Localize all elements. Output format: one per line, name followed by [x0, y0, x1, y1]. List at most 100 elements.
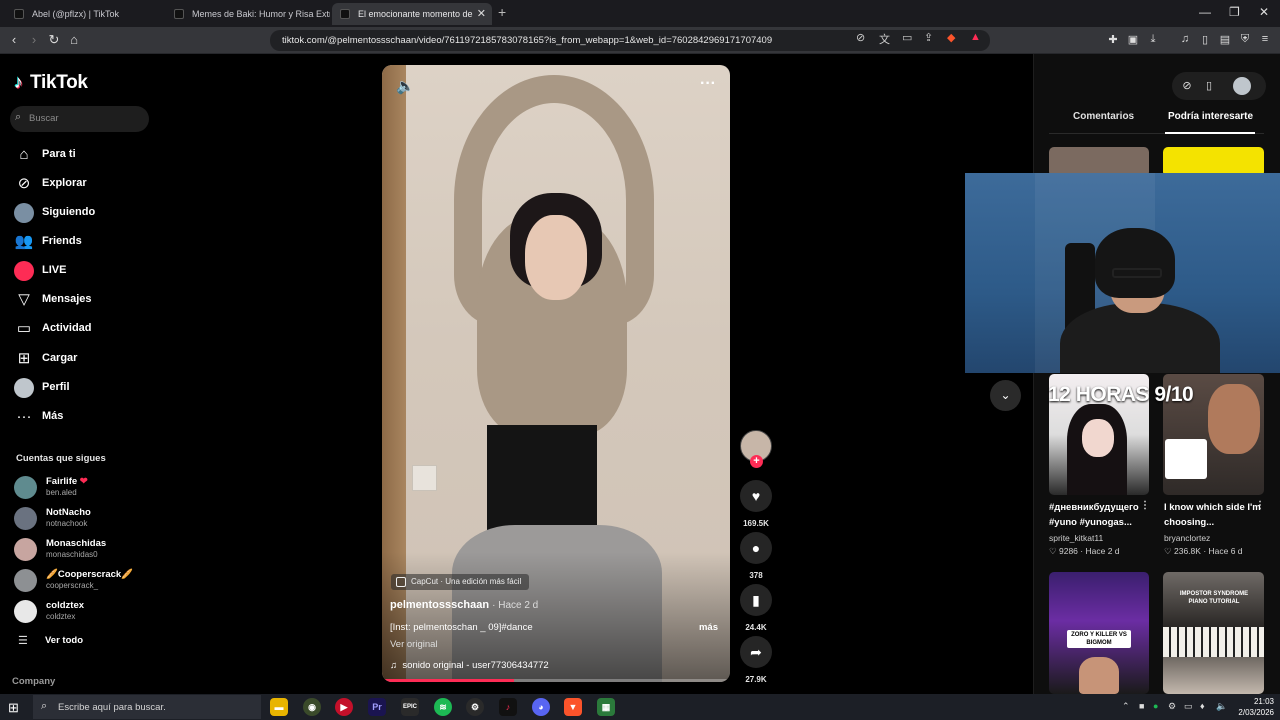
maximize-icon[interactable]: ❐ — [1229, 5, 1240, 19]
discord-icon[interactable]: ◕ — [532, 698, 550, 716]
back-icon[interactable]: ‹ — [6, 32, 22, 47]
phone-icon[interactable]: ▯ — [1202, 79, 1216, 92]
tab-might-interest[interactable]: Podría interesarte — [1168, 111, 1253, 122]
following-account[interactable]: coldztex coldztex — [14, 599, 154, 625]
like-button[interactable]: ♥ 169.5K — [738, 480, 774, 528]
recommendation-user[interactable]: bryanclortez — [1164, 533, 1210, 543]
tray-spotify-icon[interactable]: ● — [1153, 701, 1158, 711]
app-icon[interactable]: ◉ — [303, 698, 321, 716]
nav-item-live[interactable]: LIVE — [14, 260, 154, 282]
forward-icon[interactable]: › — [26, 32, 42, 47]
premiere-icon[interactable]: Pr — [368, 698, 386, 716]
file-explorer-icon[interactable]: ▬ — [270, 698, 288, 716]
browser-tab-active[interactable]: El emocionante momento de ✕ — [332, 3, 492, 25]
tiktok-app-icon[interactable]: ♪ — [499, 698, 517, 716]
active-tab-indicator — [1165, 132, 1255, 134]
nav-item-explorar[interactable]: ⊘ Explorar — [14, 173, 154, 195]
share-button[interactable]: ➦ 27.9K — [738, 636, 774, 684]
tab-title: El emocionante momento de — [358, 9, 473, 19]
volume-icon[interactable]: 🔈 — [396, 77, 415, 95]
bookmark-icon[interactable]: ▤ — [1218, 33, 1232, 46]
steam-icon[interactable]: ⚙ — [466, 698, 484, 716]
browser-tab[interactable]: Memes de Baki: Humor y Risa Extrem — [166, 3, 330, 25]
video-player[interactable]: 🔈 ··· CapCut · Una edición más fácil pel… — [382, 65, 730, 682]
nav-item-cargar[interactable]: ⊞ Cargar — [14, 348, 154, 370]
epic-games-icon[interactable]: EPIC — [401, 698, 419, 716]
see-original-link[interactable]: Ver original — [390, 639, 438, 650]
screenshot-icon[interactable]: ▣ — [1126, 33, 1140, 46]
recommendation-title[interactable]: #дневникбудущего #yuno #yunogas... — [1049, 500, 1149, 530]
extensions-icon[interactable]: ✚ — [1106, 33, 1120, 46]
tray-chevron-icon[interactable]: ⌃ — [1122, 701, 1130, 712]
chevron-down-icon[interactable]: ⌄ — [990, 380, 1021, 411]
brave-browser-icon[interactable]: ▼ — [564, 698, 582, 716]
windows-start-icon[interactable]: ⊞ — [8, 700, 19, 716]
close-window-icon[interactable]: ✕ — [1259, 5, 1269, 19]
capcut-badge[interactable]: CapCut · Una edición más fácil — [391, 574, 530, 590]
nav-item-perfil[interactable]: Perfil — [14, 377, 154, 399]
browser-tab[interactable]: Abel (@pflzx) | TikTok — [6, 3, 166, 25]
sidebar-toggle-icon[interactable]: ▯ — [1198, 33, 1212, 46]
video-author[interactable]: pelmentossschaan · Hace 2 d — [390, 599, 538, 611]
thumbnail-caption: ZORO Y KILLER VS BIGMOM — [1067, 630, 1131, 648]
cast-icon[interactable]: ▭ — [902, 31, 912, 44]
browser-toolbar: ‹ › ↻ ⌂ tiktok.com/@pelmentossschaan/vid… — [0, 27, 1280, 54]
friends-icon: 👥 — [14, 233, 34, 250]
save-button[interactable]: ▮ 24.4K — [738, 584, 774, 632]
nav-item-mas[interactable]: ··· Más — [14, 406, 154, 428]
share-page-icon[interactable]: ⇪ — [924, 31, 933, 44]
game-app-icon[interactable]: ▦ — [597, 698, 615, 716]
taskbar-search-input[interactable]: ⌕ Escribe aquí para buscar. — [33, 695, 261, 719]
following-account[interactable]: Monaschidas monaschidas0 — [14, 537, 154, 563]
nav-item-siguiendo[interactable]: Siguiendo — [14, 202, 154, 224]
reload-icon[interactable]: ↻ — [46, 32, 62, 48]
translate-icon[interactable]: 文 — [879, 31, 890, 47]
comment-button[interactable]: ● 378 — [738, 532, 774, 580]
tray-network-icon[interactable]: ▭ — [1184, 701, 1193, 712]
recommendation-title[interactable]: I know which side I'm choosing... — [1164, 500, 1264, 530]
media-player-icon[interactable]: ▶ — [335, 698, 353, 716]
caption-more-button[interactable]: más — [699, 622, 718, 633]
minimize-icon[interactable]: — — [1199, 5, 1211, 19]
recommendation-thumbnail[interactable]: ZORO Y KILLER VS BIGMOM — [1049, 572, 1149, 694]
brave-rewards-icon[interactable]: ▲ — [970, 31, 981, 43]
following-account[interactable]: NotNacho notnachook — [14, 506, 154, 532]
tiktok-logo[interactable]: ♪ TikTok — [14, 72, 88, 94]
user-avatar[interactable] — [1233, 77, 1251, 95]
nav-item-actividad[interactable]: ▭ Actividad — [14, 318, 154, 340]
tray-mic-icon[interactable]: ♦ — [1200, 701, 1205, 711]
music-icon[interactable]: ♫ — [1178, 33, 1192, 45]
sound-link[interactable]: ♫ sonido original - user77306434772 — [390, 660, 549, 671]
tray-app-icon[interactable]: ■ — [1139, 701, 1144, 711]
more-options-icon[interactable]: ··· — [700, 75, 716, 93]
following-account[interactable]: 🥖Cooperscrack🥖 cooperscrack_ — [14, 568, 154, 594]
compass-icon[interactable]: ⊘ — [1180, 79, 1194, 92]
home-browser-icon[interactable]: ⌂ — [66, 32, 82, 47]
taskbar-clock[interactable]: 21:03 2/03/2026 — [1234, 696, 1274, 718]
nav-item-para-ti[interactable]: ⌂ Para ti — [14, 144, 154, 166]
search-input[interactable]: ⌕ Buscar — [10, 106, 149, 132]
tray-steam-icon[interactable]: ⚙ — [1168, 701, 1176, 712]
tab-comments[interactable]: Comentarios — [1073, 111, 1134, 122]
no-tracking-icon[interactable]: ⊘ — [856, 31, 865, 44]
close-tab-icon[interactable]: ✕ — [477, 3, 486, 25]
search-icon: ⌕ — [15, 111, 22, 123]
follow-plus-icon[interactable]: + — [750, 455, 763, 468]
company-link[interactable]: Company — [12, 676, 55, 687]
left-sidebar: ♪ TikTok ⌕ Buscar ⌂ Para ti ⊘ Explorar Si… — [0, 54, 160, 694]
menu-icon[interactable]: ≡ — [1258, 33, 1272, 45]
new-tab-button[interactable]: + — [498, 4, 506, 20]
see-all-button[interactable]: ☰ Ver todo — [18, 633, 148, 649]
vpn-shield-icon[interactable]: ⛨ — [1238, 33, 1252, 46]
url-text: tiktok.com/@pelmentossschaan/video/76119… — [282, 35, 773, 46]
video-progress-bar[interactable] — [382, 679, 730, 682]
recommendation-user[interactable]: sprite_kitkat11 — [1049, 533, 1103, 543]
recommendation-thumbnail[interactable]: IMPOSTOR SYNDROME PIANO TUTORIAL — [1163, 572, 1264, 694]
brave-shield-icon[interactable]: ◆ — [947, 31, 955, 44]
following-account[interactable]: Fairlife ❤ ben.aled — [14, 475, 154, 501]
tray-volume-icon[interactable]: 🔈 — [1216, 701, 1227, 712]
nav-item-friends[interactable]: 👥 Friends — [14, 231, 154, 253]
nav-item-mensajes[interactable]: ▽ Mensajes — [14, 289, 154, 311]
spotify-icon[interactable]: ≋ — [434, 698, 452, 716]
download-icon[interactable]: ⤓ — [1146, 33, 1160, 46]
